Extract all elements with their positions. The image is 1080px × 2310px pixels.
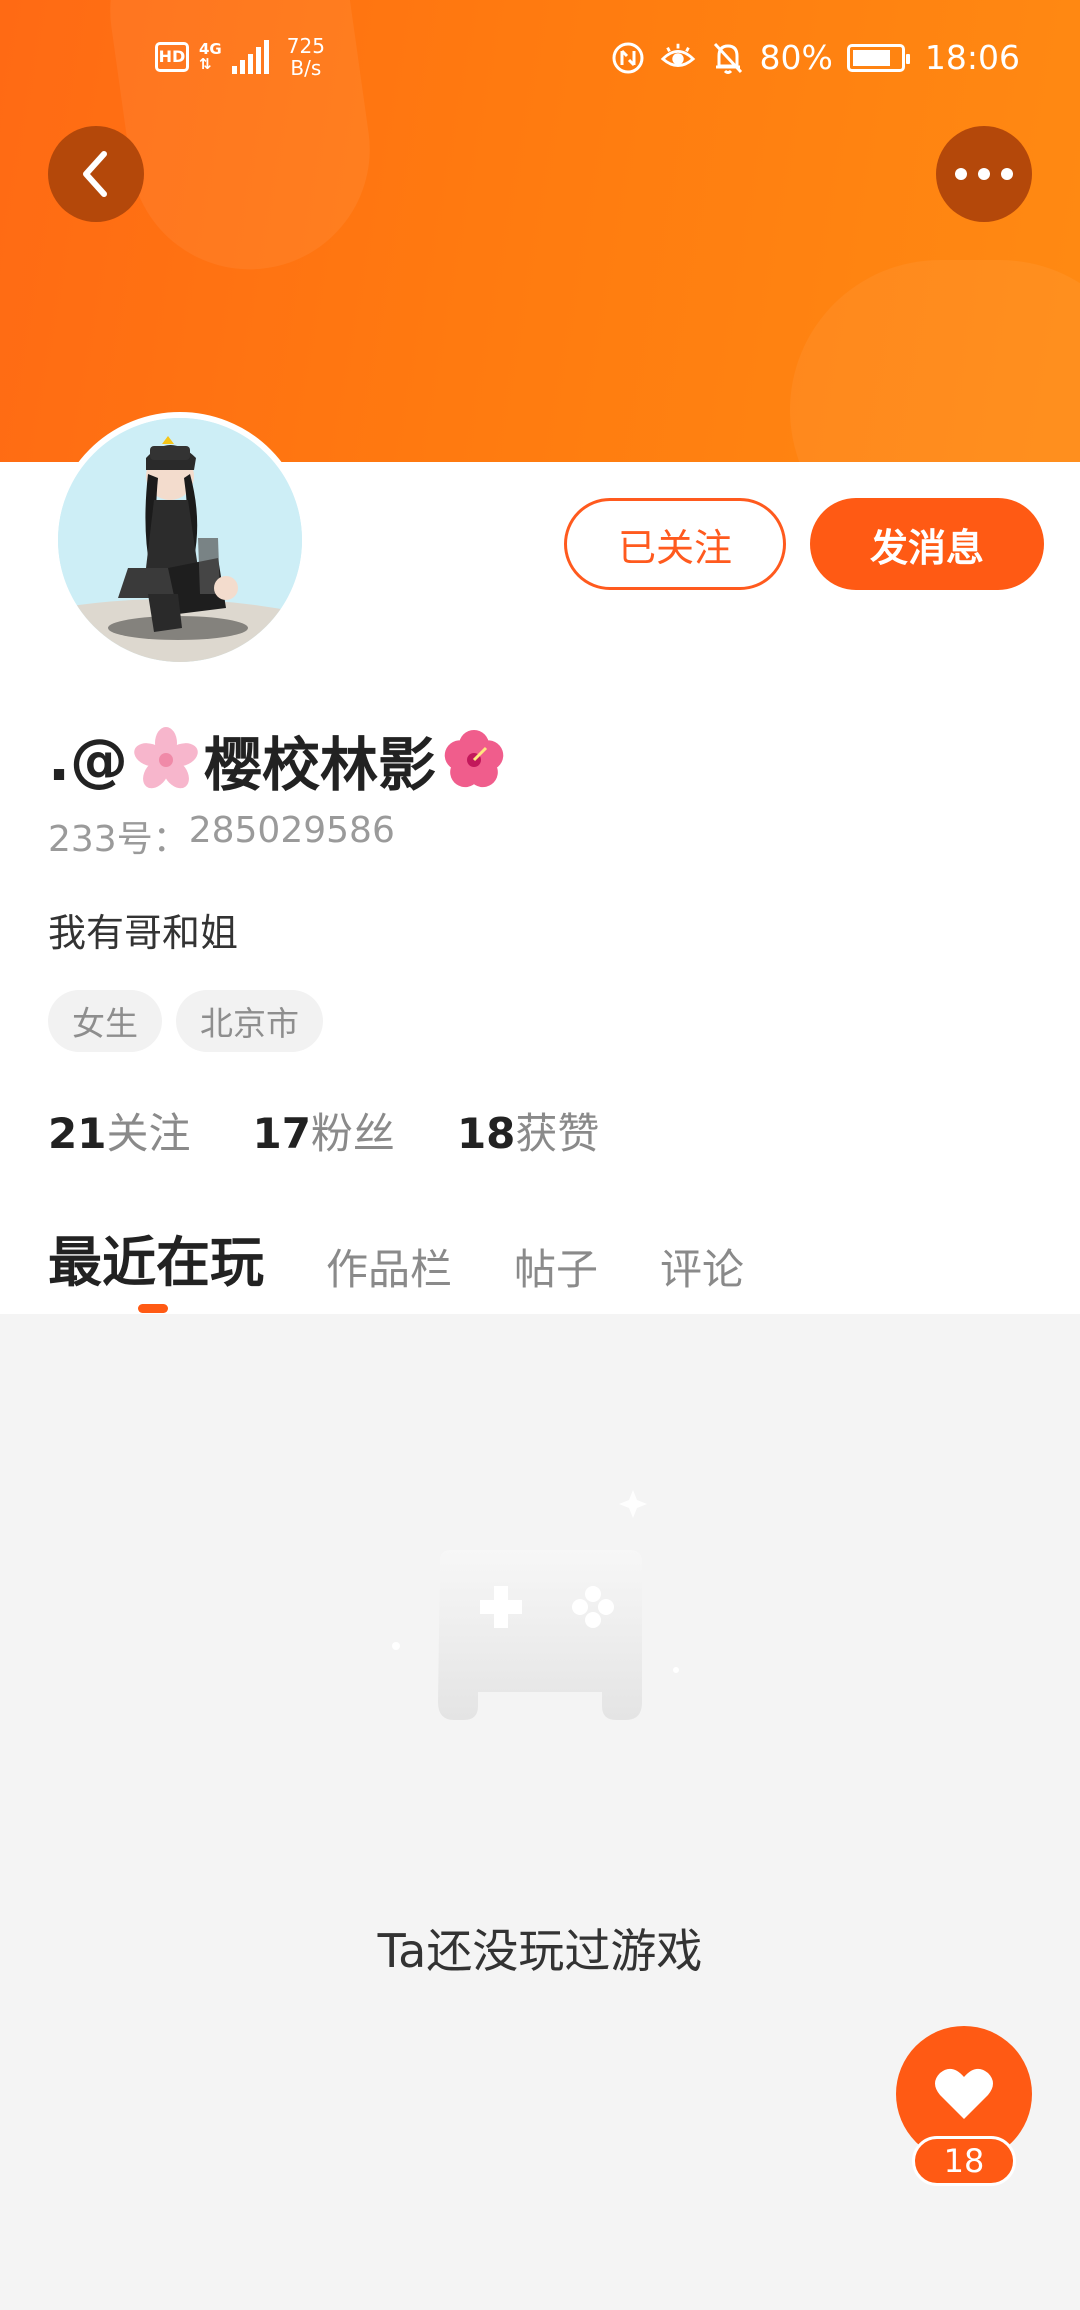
tab-posts[interactable]: 帖子 xyxy=(514,1236,598,1297)
tab-recently-played[interactable]: 最近在玩 xyxy=(48,1218,264,1297)
tab-works[interactable]: 作品栏 xyxy=(326,1236,452,1297)
hibiscus-icon xyxy=(444,730,504,788)
cherry-blossom-icon xyxy=(134,727,198,789)
chevron-left-icon xyxy=(83,151,107,197)
mute-bell-icon xyxy=(710,40,746,76)
username-main: 樱校林影 xyxy=(204,731,437,799)
tag-gender: 女生 xyxy=(48,990,162,1052)
followed-button[interactable]: 已关注 xyxy=(564,498,786,590)
gamepad-icon xyxy=(392,1490,679,1720)
avatar[interactable] xyxy=(52,412,308,668)
profile-stats: 21关注 17粉丝 18获赞 xyxy=(48,1100,599,1161)
heart-icon xyxy=(935,2068,993,2119)
network-speed: 725 B/s xyxy=(286,34,325,80)
network-type: 4G ⇅ xyxy=(199,40,222,73)
like-count: 18 xyxy=(912,2136,1016,2186)
profile-tags: 女生 北京市 xyxy=(48,990,323,1052)
stat-fans[interactable]: 17粉丝 xyxy=(252,1100,394,1161)
status-bar: HD 4G ⇅ 725 B/s 80% 18:06 xyxy=(0,0,1080,125)
data-saver-icon xyxy=(610,40,646,76)
back-button[interactable] xyxy=(48,126,144,222)
stat-likes[interactable]: 18获赞 xyxy=(457,1100,599,1161)
send-message-button[interactable]: 发消息 xyxy=(810,498,1044,590)
username-prefix: .@ xyxy=(48,726,129,794)
battery-icon xyxy=(846,43,910,72)
empty-state-text: Ta还没玩过游戏 xyxy=(377,1924,703,1978)
profile-tabs: 最近在玩 作品栏 帖子 评论 xyxy=(48,1218,744,1297)
stat-following[interactable]: 21关注 xyxy=(48,1100,190,1161)
signal-icon xyxy=(231,40,269,74)
user-id-value: 285029586 xyxy=(188,810,395,851)
user-id: 233号： 285029586 xyxy=(48,810,395,860)
username: .@ 樱校林影 xyxy=(48,718,508,802)
eye-comfort-icon xyxy=(660,40,696,76)
more-button[interactable] xyxy=(936,126,1032,222)
more-dots-icon xyxy=(955,168,1013,180)
bio: 我有哥和姐 xyxy=(48,911,239,955)
battery-percent: 80% xyxy=(759,38,833,77)
tab-comments[interactable]: 评论 xyxy=(660,1236,744,1297)
clock: 18:06 xyxy=(924,38,1020,77)
tag-location: 北京市 xyxy=(176,990,323,1052)
active-tab-indicator xyxy=(138,1304,168,1313)
hd-icon: HD xyxy=(155,42,189,72)
